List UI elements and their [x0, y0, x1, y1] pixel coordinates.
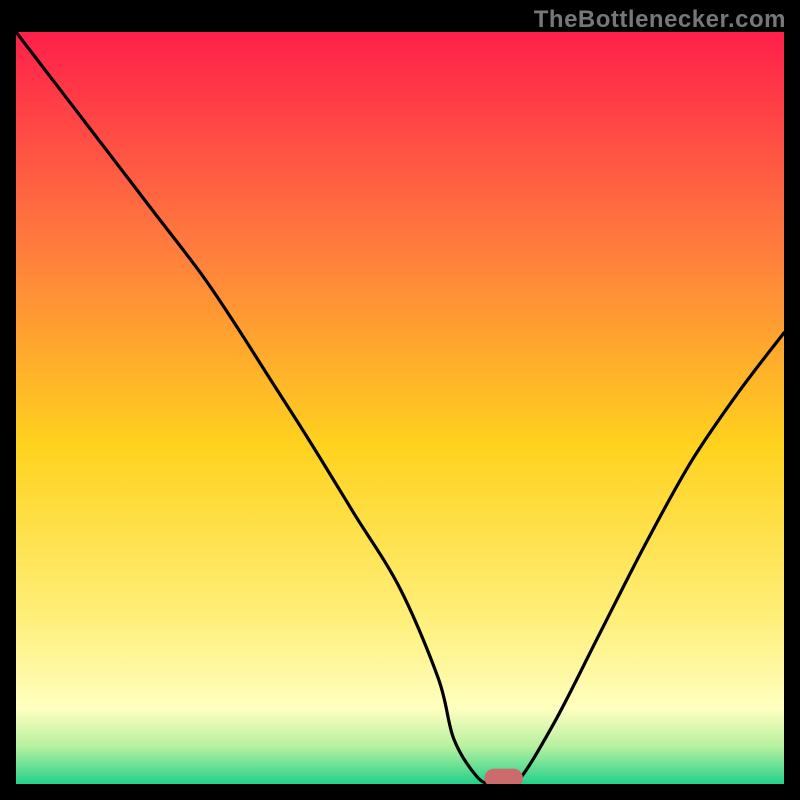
chart-frame: TheBottlenecker.com	[0, 0, 800, 800]
chart-svg	[16, 32, 784, 784]
watermark-text: TheBottlenecker.com	[534, 6, 786, 34]
gradient-background	[16, 32, 784, 784]
plot-area	[16, 32, 784, 784]
optimum-marker	[485, 769, 523, 784]
